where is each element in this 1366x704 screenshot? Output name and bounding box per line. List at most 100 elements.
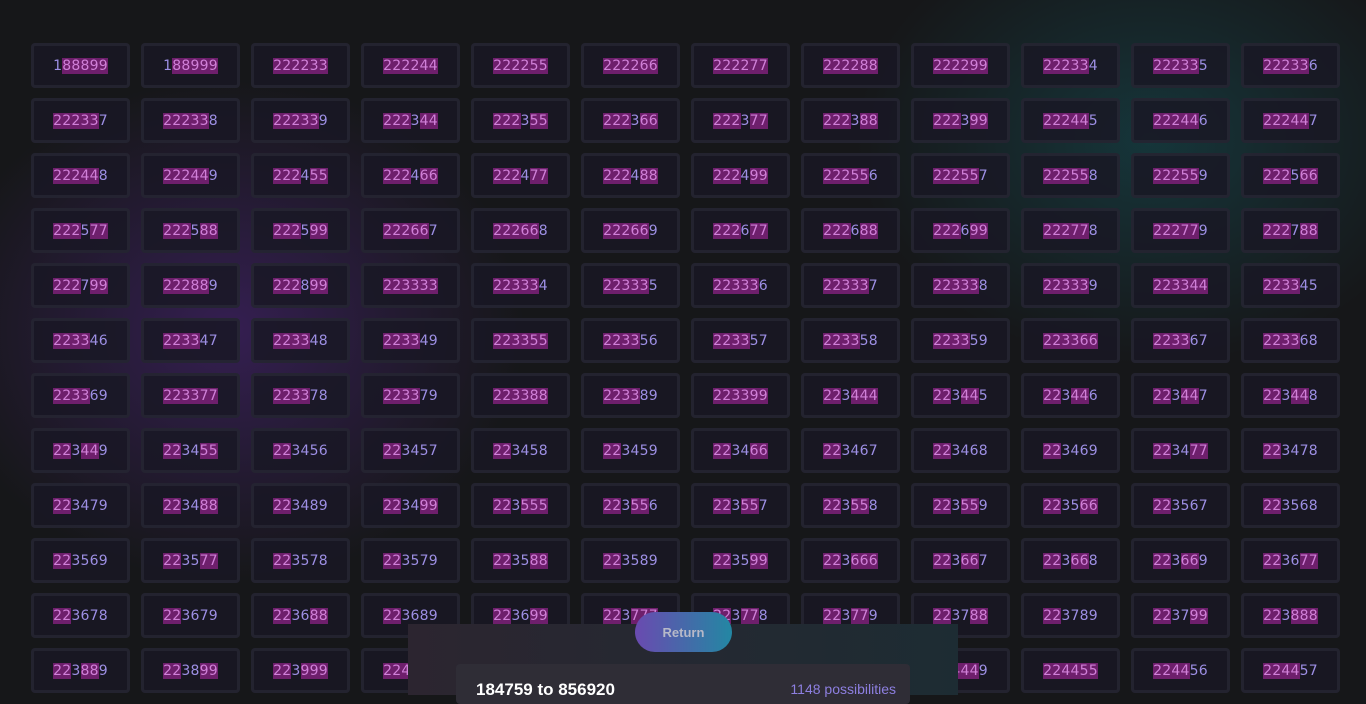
number-cell[interactable]: 22 3 999 <box>251 648 350 693</box>
number-cell[interactable]: 22 33 5 6 <box>581 318 680 363</box>
number-cell[interactable]: 22 33 6 9 <box>31 373 130 418</box>
number-cell[interactable]: 22 33 77 <box>141 373 240 418</box>
number-cell[interactable]: 2222 55 <box>471 43 570 88</box>
number-cell[interactable]: 22 3 5 8 9 <box>581 538 680 583</box>
number-cell[interactable]: 2222 66 <box>581 43 680 88</box>
number-cell[interactable]: 22 44 5 7 <box>1241 648 1340 693</box>
number-cell[interactable]: 22 3 4 7 9 <box>31 483 130 528</box>
number-cell[interactable]: 22 333 7 <box>801 263 900 308</box>
number-cell[interactable]: 22 3 5 6 9 <box>31 538 130 583</box>
number-cell[interactable]: 22 3 6 7 9 <box>141 593 240 638</box>
number-cell[interactable]: 222 77 8 <box>1021 208 1120 253</box>
number-cell[interactable]: 22 333 8 <box>911 263 1010 308</box>
number-cell[interactable]: 2222 77 <box>691 43 790 88</box>
number-cell[interactable]: 22 3 7 99 <box>1131 593 1230 638</box>
number-cell[interactable]: 22 33 88 <box>471 373 570 418</box>
number-cell[interactable]: 22 3 4 99 <box>361 483 460 528</box>
number-cell[interactable]: 22 3 4 77 <box>1131 428 1230 473</box>
number-cell[interactable]: 22 33 5 9 <box>911 318 1010 363</box>
number-cell[interactable]: 22 33 99 <box>691 373 790 418</box>
number-cell[interactable]: 22 33 4 9 <box>361 318 460 363</box>
number-cell[interactable]: 22 3 8 99 <box>141 648 240 693</box>
number-cell[interactable]: 22 3 5 6 7 <box>1131 483 1230 528</box>
return-button[interactable]: Return <box>635 612 732 652</box>
number-cell[interactable]: 22 3 666 <box>801 538 900 583</box>
number-cell[interactable]: 1 888 99 <box>31 43 130 88</box>
number-cell[interactable]: 22 3 55 8 <box>801 483 900 528</box>
number-cell[interactable]: 22 33 7 9 <box>361 373 460 418</box>
number-cell[interactable]: 222 7 99 <box>31 263 130 308</box>
number-cell[interactable]: 22 3 444 <box>801 373 900 418</box>
number-cell[interactable]: 222 55 8 <box>1021 153 1120 198</box>
number-cell[interactable]: 22 3 4 5 6 <box>251 428 350 473</box>
number-cell[interactable]: 22 333 5 <box>581 263 680 308</box>
number-cell[interactable]: 22 3 4 55 <box>141 428 240 473</box>
number-cell[interactable]: 222 3 77 <box>691 98 790 143</box>
number-cell[interactable]: 2222 44 <box>361 43 460 88</box>
number-cell[interactable]: 222 44 9 <box>141 153 240 198</box>
number-cell[interactable]: 22 3 4 6 9 <box>1021 428 1120 473</box>
number-cell[interactable]: 22 333 9 <box>1021 263 1120 308</box>
number-cell[interactable]: 22 3 7 8 9 <box>1021 593 1120 638</box>
number-cell[interactable]: 222 33 8 <box>141 98 240 143</box>
number-cell[interactable]: 222 4 66 <box>361 153 460 198</box>
number-cell[interactable]: 222 3 55 <box>471 98 570 143</box>
number-cell[interactable]: 22 3 5 99 <box>691 538 790 583</box>
number-cell[interactable]: 22 3 44 8 <box>1241 373 1340 418</box>
number-cell[interactable]: 2222 88 <box>801 43 900 88</box>
number-cell[interactable]: 222 6 99 <box>911 208 1010 253</box>
number-cell[interactable]: 22 33 8 9 <box>581 373 680 418</box>
number-cell[interactable]: 22 3 4 66 <box>691 428 790 473</box>
number-cell[interactable]: 22 3 5 88 <box>471 538 570 583</box>
number-cell[interactable]: 22 3 4 6 8 <box>911 428 1010 473</box>
number-cell[interactable]: 22 33 44 <box>1131 263 1230 308</box>
number-cell[interactable]: 22 33 4 6 <box>31 318 130 363</box>
number-cell[interactable]: 22 33 5 8 <box>801 318 900 363</box>
number-cell[interactable]: 222 3 88 <box>801 98 900 143</box>
number-cell[interactable]: 222 66 9 <box>581 208 680 253</box>
number-cell[interactable]: 222 33 9 <box>251 98 350 143</box>
number-cell[interactable]: 222 3 99 <box>911 98 1010 143</box>
number-cell[interactable]: 22 33 66 <box>1021 318 1120 363</box>
number-cell[interactable]: 22 3 66 9 <box>1131 538 1230 583</box>
number-cell[interactable]: 22 3 555 <box>471 483 570 528</box>
number-cell[interactable]: 22 3 4 5 9 <box>581 428 680 473</box>
number-cell[interactable]: 22 3 44 6 <box>1021 373 1120 418</box>
number-cell[interactable]: 222 44 6 <box>1131 98 1230 143</box>
number-cell[interactable]: 22 3 4 88 <box>141 483 240 528</box>
number-cell[interactable]: 222 7 88 <box>1241 208 1340 253</box>
number-cell[interactable]: 222 33 6 <box>1241 43 1340 88</box>
number-cell[interactable]: 222 8 99 <box>251 263 350 308</box>
number-cell[interactable]: 22 3 4 8 9 <box>251 483 350 528</box>
number-cell[interactable]: 222 6 88 <box>801 208 900 253</box>
number-cell[interactable]: 222 55 9 <box>1131 153 1230 198</box>
number-cell[interactable]: 22 33 6 7 <box>1131 318 1230 363</box>
number-cell[interactable]: 2222 33 <box>251 43 350 88</box>
number-cell[interactable]: 222 5 66 <box>1241 153 1340 198</box>
number-cell[interactable]: 222 6 77 <box>691 208 790 253</box>
number-cell[interactable]: 222 4 77 <box>471 153 570 198</box>
number-cell[interactable]: 22 3 55 7 <box>691 483 790 528</box>
number-cell[interactable]: 22 3 6 77 <box>1241 538 1340 583</box>
number-cell[interactable]: 22 333 6 <box>691 263 790 308</box>
number-cell[interactable]: 222 5 99 <box>251 208 350 253</box>
number-cell[interactable]: 222 66 8 <box>471 208 570 253</box>
number-cell[interactable]: 222 44 7 <box>1241 98 1340 143</box>
number-cell[interactable]: 22 3 6 7 8 <box>31 593 130 638</box>
number-cell[interactable]: 22 33 4 5 <box>1241 263 1340 308</box>
number-cell[interactable]: 2222 99 <box>911 43 1010 88</box>
number-cell[interactable]: 22 3 4 6 7 <box>801 428 900 473</box>
number-cell[interactable]: 22 33 4 8 <box>251 318 350 363</box>
number-cell[interactable]: 22 3 4 7 8 <box>1241 428 1340 473</box>
number-cell[interactable]: 22 33 4 7 <box>141 318 240 363</box>
number-cell[interactable]: 22 3 5 7 8 <box>251 538 350 583</box>
number-cell[interactable]: 22 3 4 5 7 <box>361 428 460 473</box>
number-cell[interactable]: 22 3 5 77 <box>141 538 240 583</box>
number-cell[interactable]: 22 3 88 9 <box>31 648 130 693</box>
number-cell[interactable]: 22 44 55 <box>1021 648 1120 693</box>
number-cell[interactable]: 22 33 55 <box>471 318 570 363</box>
number-cell[interactable]: 222 3 44 <box>361 98 460 143</box>
number-cell[interactable]: 22 44 5 6 <box>1131 648 1230 693</box>
number-cell[interactable]: 22 33 5 7 <box>691 318 790 363</box>
number-cell[interactable]: 22 3 55 6 <box>581 483 680 528</box>
